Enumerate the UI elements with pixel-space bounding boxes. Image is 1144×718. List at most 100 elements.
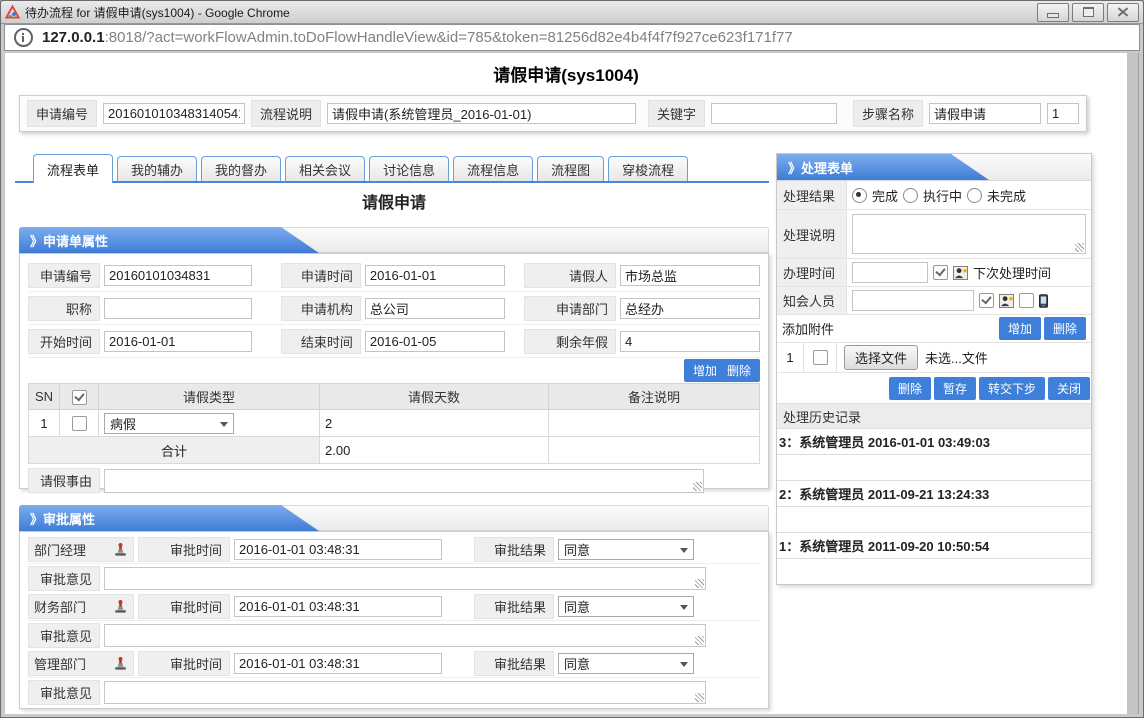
notify-checkbox[interactable] [979, 293, 994, 308]
handle-time-input[interactable] [852, 262, 928, 283]
attach-delete-button[interactable]: 删除 [1044, 317, 1086, 340]
approval-result-select[interactable]: 同意 [558, 539, 694, 560]
notify-input[interactable] [852, 290, 974, 311]
form-dept-input[interactable] [620, 298, 760, 319]
action-delete-button[interactable]: 删除 [889, 377, 931, 400]
attach-add-button[interactable]: 增加 [999, 317, 1041, 340]
leave-type-cell: 病假 [99, 410, 320, 437]
tab-bar: 流程表单 我的辅办 我的督办 相关会议 讨论信息 流程信息 流程图 穿梭流程 [15, 153, 769, 183]
tab-my-supervise[interactable]: 我的督办 [201, 156, 281, 181]
opinion-textarea[interactable] [104, 567, 706, 590]
stamp-icon[interactable] [113, 542, 128, 557]
handle-result-radios: 完成 执行中 未完成 [847, 181, 1091, 209]
form-applicant-input[interactable] [620, 265, 760, 286]
opinion-textarea[interactable] [104, 624, 706, 647]
form-job-title-input[interactable] [104, 298, 252, 319]
radio-incomplete[interactable] [967, 188, 982, 203]
approval-role-label: 部门经理 [34, 540, 86, 559]
radio-complete[interactable] [852, 188, 867, 203]
leave-type-select[interactable]: 病假 [104, 413, 234, 434]
maximize-button[interactable] [1072, 3, 1104, 22]
approval-result-select[interactable]: 同意 [558, 596, 694, 617]
attach-header-row: 添加附件 增加 删除 [777, 315, 1091, 343]
info-icon[interactable] [14, 28, 33, 47]
leave-table-total-row: 合计 2.00 [29, 437, 760, 464]
form-apply-no-input[interactable] [104, 265, 252, 286]
tab-related-meetings[interactable]: 相关会议 [285, 156, 365, 181]
attach-checkbox[interactable] [813, 350, 828, 365]
leave-delete-button[interactable]: 删除 [727, 362, 751, 379]
minimize-button[interactable] [1037, 3, 1069, 22]
approval-time-label: 审批时间 [138, 651, 230, 676]
approval-time-input[interactable] [234, 653, 442, 674]
section-header-apply: 》申请单属性 [19, 227, 769, 253]
tab-shuttle-flow[interactable]: 穿梭流程 [608, 156, 688, 181]
flow-desc-input[interactable] [327, 103, 636, 124]
approval-time-input[interactable] [234, 596, 442, 617]
action-close-button[interactable]: 关闭 [1048, 377, 1090, 400]
row-checkbox[interactable] [72, 416, 87, 431]
form-row: 开始时间 结束时间 剩余年假 [28, 325, 760, 358]
step-name-input[interactable] [929, 103, 1041, 124]
minimize-icon [1047, 13, 1059, 18]
apply-no-input[interactable] [103, 103, 245, 124]
page-scrollbar[interactable] [1125, 53, 1139, 714]
handle-desc-row: 处理说明 [777, 210, 1091, 259]
user-picker-icon[interactable] [953, 266, 968, 280]
form-job-title-label: 职称 [28, 296, 100, 321]
action-save-button[interactable]: 暂存 [934, 377, 976, 400]
tab-flow-chart[interactable]: 流程图 [537, 156, 604, 181]
handle-panel: 》处理表单 处理结果 完成 执行中 未完成 处理说明 办理时间 [776, 153, 1092, 585]
opinion-label: 审批意见 [28, 623, 100, 648]
approval-time-input[interactable] [234, 539, 442, 560]
keyword-input[interactable] [711, 103, 837, 124]
notify-row: 知会人员 [777, 287, 1091, 315]
choose-file-button[interactable]: 选择文件 [844, 345, 918, 370]
stamp-icon[interactable] [113, 656, 128, 671]
section-header-handle: 》处理表单 [777, 154, 1091, 181]
tab-flow-form[interactable]: 流程表单 [33, 154, 113, 183]
maximize-icon [1083, 7, 1094, 17]
user-picker-icon[interactable] [999, 294, 1014, 308]
leave-type-header: 请假类型 [99, 384, 320, 410]
approval-result-label: 审批结果 [474, 594, 554, 619]
mobile-checkbox[interactable] [1019, 293, 1034, 308]
form-apply-time-input[interactable] [365, 265, 505, 286]
opinion-row: 审批意见 [28, 564, 760, 593]
handle-time-row: 办理时间 下次处理时间 [777, 259, 1091, 287]
step-count-input[interactable] [1047, 103, 1079, 124]
form-start-time-input[interactable] [104, 331, 252, 352]
leave-table: SN 请假类型 请假天数 备注说明 1 病假 2 合计 2.00 [28, 383, 760, 464]
approval-result-select[interactable]: 同意 [558, 653, 694, 674]
row-sn-cell: 1 [29, 410, 60, 437]
form-start-time-label: 开始时间 [28, 329, 100, 354]
tab-flow-info[interactable]: 流程信息 [453, 156, 533, 181]
stamp-icon[interactable] [113, 599, 128, 614]
leave-add-button[interactable]: 增加 [693, 362, 717, 379]
form-remain-leave-input[interactable] [620, 331, 760, 352]
approval-role-label: 财务部门 [34, 597, 86, 616]
mobile-icon[interactable] [1039, 294, 1048, 308]
form-org-input[interactable] [365, 298, 505, 319]
action-forward-button[interactable]: 转交下步 [979, 377, 1045, 400]
url-bar[interactable]: 127.0.0.1:8018/?act=workFlowAdmin.toDoFl… [4, 24, 1140, 51]
select-all-checkbox[interactable] [72, 390, 87, 405]
form-end-time-input[interactable] [365, 331, 505, 352]
handle-desc-label: 处理说明 [777, 210, 847, 258]
radio-executing[interactable] [903, 188, 918, 203]
next-time-checkbox[interactable] [933, 265, 948, 280]
opinion-textarea[interactable] [104, 681, 706, 704]
tab-my-assist[interactable]: 我的辅办 [117, 156, 197, 181]
approval-result-label: 审批结果 [474, 537, 554, 562]
next-time-label: 下次处理时间 [973, 263, 1051, 282]
form-end-time-label: 结束时间 [281, 329, 361, 354]
close-button[interactable] [1107, 3, 1139, 22]
sn-header: SN [29, 384, 60, 410]
page-url[interactable]: 127.0.0.1:8018/?act=workFlowAdmin.toDoFl… [42, 29, 793, 46]
reason-textarea[interactable] [104, 469, 704, 493]
approval-row-admin: 管理部门 审批时间 审批结果 同意 [28, 650, 760, 678]
tab-discussion-info[interactable]: 讨论信息 [369, 156, 449, 181]
handle-desc-textarea[interactable] [852, 214, 1086, 254]
close-icon [1117, 7, 1129, 17]
attach-sn: 1 [777, 343, 804, 372]
